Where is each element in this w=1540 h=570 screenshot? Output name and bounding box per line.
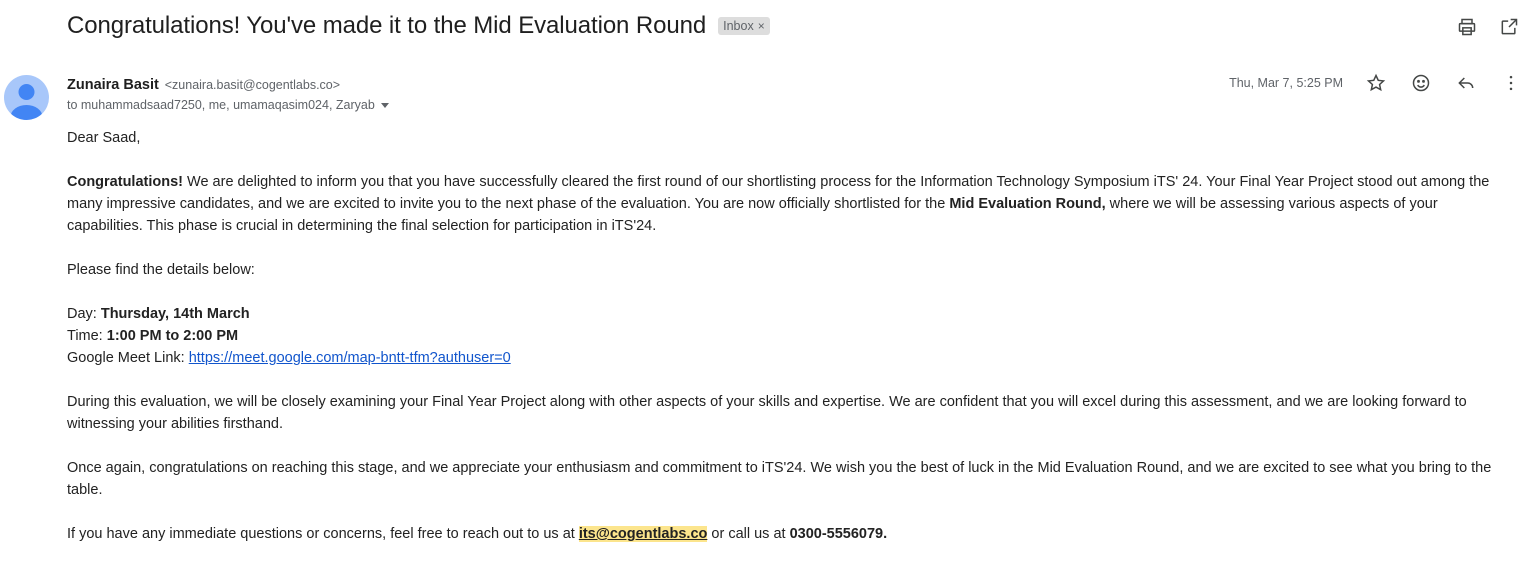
sender-line: Zunaira Basit <zunaira.basit@cogentlabs.… [67, 76, 389, 93]
detail-day: Day: Thursday, 14th March [67, 303, 1512, 325]
paragraph-intro: Congratulations! We are delighted to inf… [67, 171, 1512, 237]
sender-block: Zunaira Basit <zunaira.basit@cogentlabs.… [67, 76, 389, 112]
detail-time: Time: 1:00 PM to 2:00 PM [67, 325, 1512, 347]
recipients-text: to muhammadsaad7250, me, umamaqasim024, … [67, 98, 375, 112]
more-vert-icon[interactable] [1500, 72, 1522, 94]
meet-label: Google Meet Link: [67, 350, 189, 366]
contact-phone: 0300-5556079. [789, 526, 888, 542]
contact-email-link[interactable]: its@cogentlabs.co [578, 526, 708, 542]
reply-icon[interactable] [1455, 72, 1477, 94]
show-details-chevron-icon[interactable] [380, 102, 389, 108]
detail-meet: Google Meet Link: https://meet.google.co… [67, 347, 1512, 369]
email-subject-row: Congratulations! You've made it to the M… [67, 12, 770, 40]
email-subject: Congratulations! You've made it to the M… [67, 12, 707, 39]
paragraph-contact: If you have any immediate questions or c… [67, 523, 1512, 545]
meet-link[interactable]: https://meet.google.com/map-bntt-tfm?aut… [189, 350, 511, 366]
open-in-new-window-icon[interactable] [1498, 16, 1520, 38]
emoji-icon[interactable] [1410, 72, 1432, 94]
thread-actions [1456, 16, 1520, 38]
contact-text-a: If you have any immediate questions or c… [67, 526, 579, 542]
sender-name[interactable]: Zunaira Basit [67, 77, 159, 93]
congrats-bold: Congratulations! [67, 174, 183, 190]
day-label: Day: [67, 306, 101, 322]
email-body: Dear Saad, Congratulations! We are delig… [67, 127, 1512, 567]
remove-label-icon[interactable]: × [758, 19, 765, 33]
avatar[interactable] [4, 75, 49, 120]
message-actions [1365, 72, 1522, 94]
paragraph-closing: Once again, congratulations on reaching … [67, 460, 1492, 498]
mid-eval-bold: Mid Evaluation Round, [949, 196, 1106, 212]
time-label: Time: [67, 328, 107, 344]
paragraph-evaluation: During this evaluation, we will be close… [67, 394, 1467, 432]
print-icon[interactable] [1456, 16, 1478, 38]
message-date: Thu, Mar 7, 5:25 PM [1229, 76, 1343, 90]
inbox-label-chip[interactable]: Inbox × [718, 17, 770, 35]
greeting: Dear Saad, [67, 130, 141, 146]
details-intro: Please find the details below: [67, 262, 255, 278]
recipients-line: to muhammadsaad7250, me, umamaqasim024, … [67, 98, 389, 112]
sender-email: <zunaira.basit@cogentlabs.co> [164, 78, 341, 92]
day-value: Thursday, 14th March [100, 306, 250, 322]
time-value: 1:00 PM to 2:00 PM [106, 328, 239, 344]
message-meta: Thu, Mar 7, 5:25 PM [1229, 72, 1522, 94]
star-icon[interactable] [1365, 72, 1387, 94]
contact-text-b: or call us at [707, 526, 790, 542]
inbox-label-text: Inbox [723, 19, 754, 33]
